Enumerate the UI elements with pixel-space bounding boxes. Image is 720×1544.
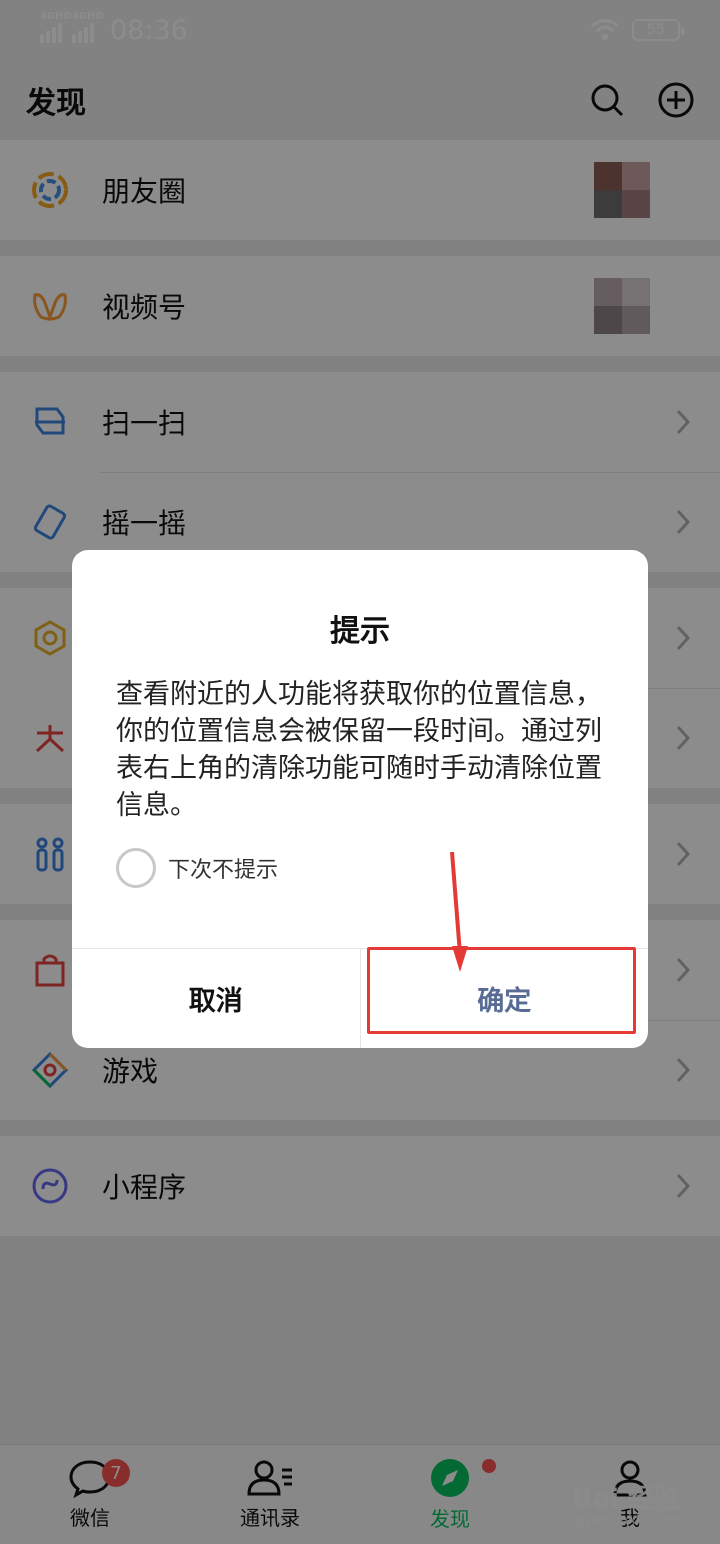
cancel-button[interactable]: 取消 xyxy=(72,949,361,1048)
radio-circle-icon[interactable] xyxy=(116,848,156,888)
dialog-message: 查看附近的人功能将获取你的位置信息，你的位置信息会被保留一段时间。通过列表右上角… xyxy=(116,679,602,821)
checkbox-label: 下次不提示 xyxy=(168,858,279,883)
highlight-box xyxy=(367,947,636,1034)
annotation-arrow-icon xyxy=(450,851,468,972)
dont-remind-checkbox[interactable]: 下次不提示 xyxy=(116,848,278,888)
dialog-title: 提示 xyxy=(330,614,390,649)
